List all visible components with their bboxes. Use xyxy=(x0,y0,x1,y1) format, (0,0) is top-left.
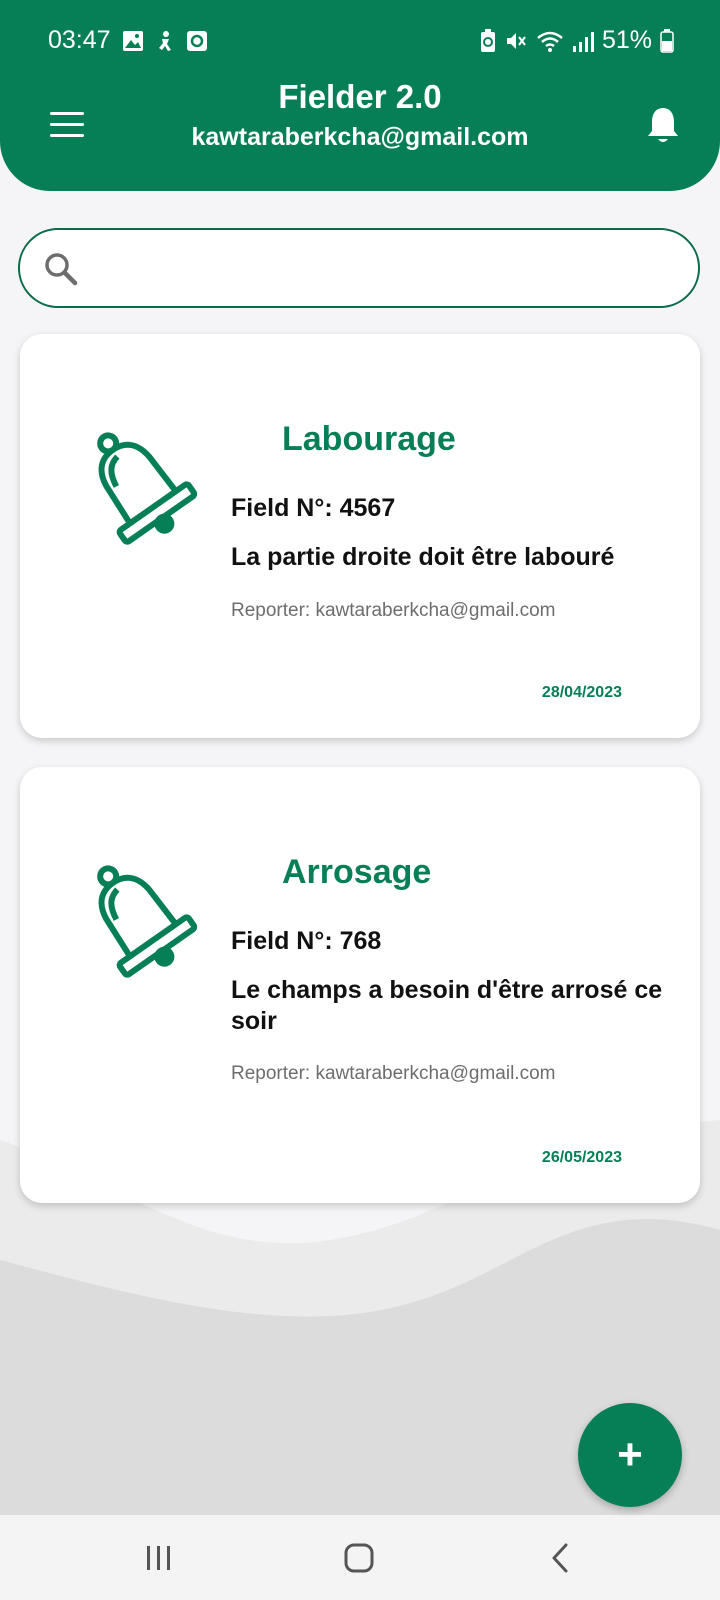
bell-icon[interactable] xyxy=(646,105,680,145)
image-icon xyxy=(123,31,143,51)
card-description: La partie droite doit être labouré xyxy=(231,543,615,571)
back-icon[interactable] xyxy=(550,1543,572,1573)
card-date: 26/05/2023 xyxy=(541,1149,622,1166)
alert-card[interactable]: Labourage Field N°: 4567 La partie droit… xyxy=(20,334,700,738)
system-nav-bar xyxy=(0,1515,720,1600)
search-input[interactable] xyxy=(100,244,684,294)
accessibility-icon xyxy=(159,31,171,51)
battery-icon xyxy=(660,28,674,53)
status-time: 03:47 xyxy=(48,26,111,54)
status-bar: 03:47 51% xyxy=(0,22,720,60)
card-title: Arrosage xyxy=(282,853,432,891)
app-title: Fielder 2.0 xyxy=(278,78,442,115)
wifi-icon xyxy=(537,31,563,52)
alert-card[interactable]: Arrosage Field N°: 768 Le champs a besoi… xyxy=(20,767,700,1203)
mute-icon xyxy=(506,32,526,49)
card-field-number: Field N°: 768 xyxy=(231,927,382,955)
plus-icon: + xyxy=(617,1430,643,1479)
home-icon[interactable] xyxy=(344,1543,374,1573)
card-date: 28/04/2023 xyxy=(541,684,622,701)
card-field-number: Field N°: 4567 xyxy=(231,494,396,522)
battery-saver-icon xyxy=(480,28,495,52)
battery-percent: 51% xyxy=(601,26,652,54)
signal-icon xyxy=(572,31,594,52)
user-email: kawtaraberkcha@gmail.com xyxy=(191,123,529,151)
bell-outline-icon xyxy=(97,865,198,978)
record-icon xyxy=(187,31,207,51)
card-reporter: Reporter: kawtaraberkcha@gmail.com xyxy=(231,600,556,621)
card-reporter: Reporter: kawtaraberkcha@gmail.com xyxy=(231,1063,556,1084)
card-title: Labourage xyxy=(282,420,456,458)
search-bar[interactable] xyxy=(18,228,700,308)
bell-outline-icon xyxy=(97,432,198,545)
card-description: Le champs a besoin d'être arrosé ce soir xyxy=(231,976,663,1035)
app-header: 03:47 51% Fielder 2.0 kawtaraberkcha@gma… xyxy=(0,0,720,191)
search-icon xyxy=(45,253,78,286)
recent-apps-icon[interactable] xyxy=(145,1545,173,1571)
add-button[interactable]: + xyxy=(578,1403,682,1507)
